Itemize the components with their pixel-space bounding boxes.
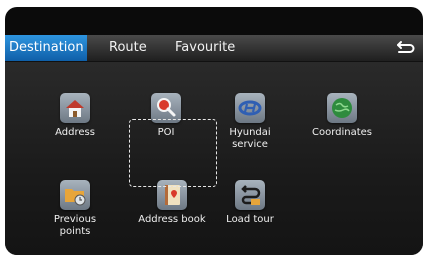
focus-highlight bbox=[129, 119, 217, 187]
destination-menu: Address POI Hyundai service Coordinates … bbox=[5, 62, 423, 255]
load-tour-icon bbox=[235, 180, 265, 210]
tab-route[interactable]: Route bbox=[109, 35, 147, 61]
coordinates-button[interactable]: Coordinates bbox=[297, 93, 387, 139]
tab-destination[interactable]: Destination bbox=[5, 35, 87, 61]
load-tour-button[interactable]: Load tour bbox=[205, 180, 295, 226]
previous-points-button[interactable]: Previous points bbox=[30, 180, 120, 238]
globe-icon bbox=[327, 93, 357, 123]
hyundai-service-button[interactable]: Hyundai service bbox=[205, 93, 295, 151]
back-arrow-icon bbox=[397, 41, 415, 53]
address-button[interactable]: Address bbox=[30, 93, 120, 139]
tab-bar: Destination Route Favourite bbox=[5, 35, 423, 62]
hyundai-logo-icon bbox=[235, 93, 265, 123]
hyundai-service-label: Hyundai service bbox=[229, 127, 271, 150]
tab-favourite[interactable]: Favourite bbox=[175, 35, 235, 61]
address-book-label: Address book bbox=[138, 214, 206, 225]
folder-history-icon bbox=[60, 180, 90, 210]
coordinates-label: Coordinates bbox=[311, 127, 373, 138]
navigation-screen: Destination Route Favourite Address POI … bbox=[5, 7, 423, 255]
house-icon bbox=[60, 93, 90, 123]
load-tour-label: Load tour bbox=[226, 214, 274, 225]
address-label: Address bbox=[55, 127, 95, 138]
previous-points-label: Previous points bbox=[53, 214, 97, 237]
back-button[interactable] bbox=[395, 39, 417, 57]
